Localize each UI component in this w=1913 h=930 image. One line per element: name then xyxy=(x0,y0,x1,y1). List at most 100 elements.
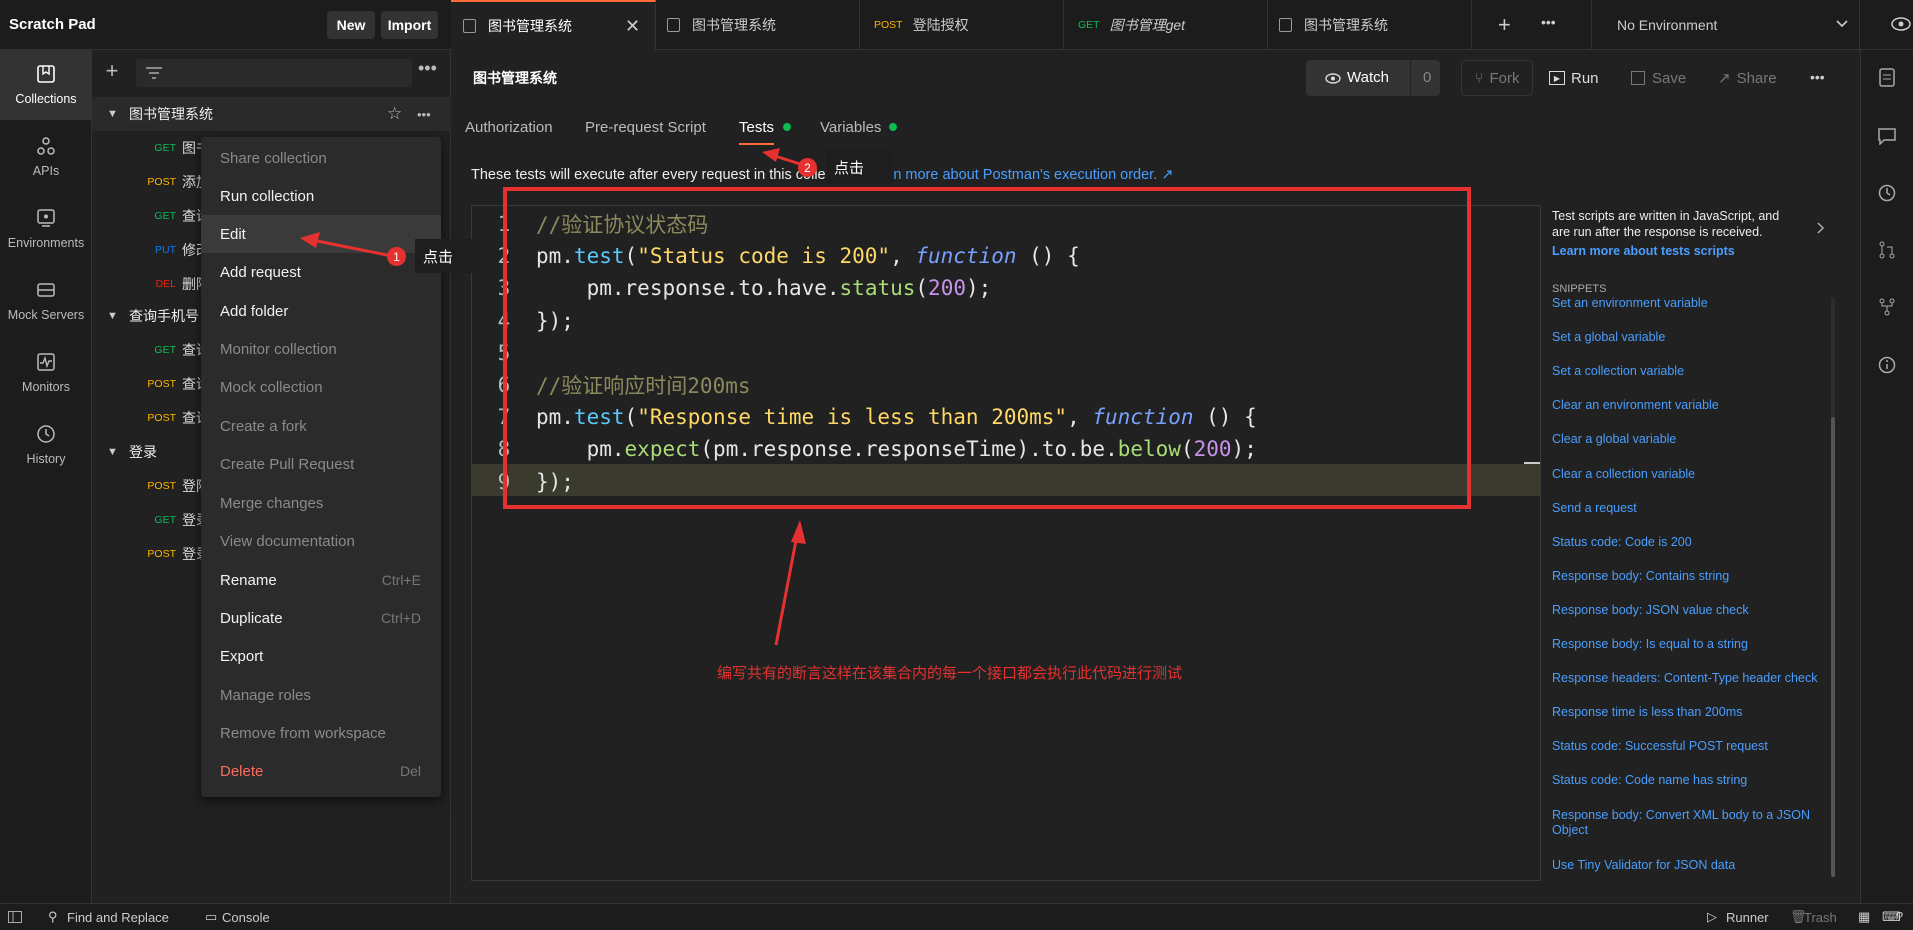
close-icon[interactable]: ✕ xyxy=(625,16,640,37)
chevron-down-icon[interactable]: ▼ xyxy=(107,108,129,120)
more-icon[interactable]: ••• xyxy=(418,58,437,79)
snippet-link[interactable]: Status code: Code is 200 xyxy=(1552,535,1832,550)
new-button[interactable]: New xyxy=(327,11,375,39)
snippet-link[interactable]: Response body: JSON value check xyxy=(1552,603,1832,618)
snippets-scrollbar[interactable] xyxy=(1831,297,1835,877)
changelog-icon[interactable] xyxy=(1878,184,1896,202)
snippet-link[interactable]: Set a collection variable xyxy=(1552,364,1832,379)
menu-item-manage-roles[interactable]: Manage roles xyxy=(201,676,441,714)
menu-item-label: Merge changes xyxy=(220,494,324,512)
snippet-link[interactable]: Response body: Contains string xyxy=(1552,569,1832,584)
menu-item-merge-changes[interactable]: Merge changes xyxy=(201,484,441,522)
snippet-link[interactable]: Clear a global variable xyxy=(1552,432,1832,447)
annotation-code-box xyxy=(503,187,1471,509)
snippet-link[interactable]: Clear an environment variable xyxy=(1552,398,1832,413)
tab-4[interactable]: GET 图书管理get xyxy=(1063,0,1268,50)
environment-select[interactable]: No Environment xyxy=(1617,17,1717,33)
chevron-down-icon[interactable]: ▼ xyxy=(107,446,129,458)
find-replace-button[interactable]: Find and Replace xyxy=(67,910,169,925)
execution-order-link[interactable]: Learn more about Postman's execution ord… xyxy=(864,167,1173,183)
menu-item-mock-collection[interactable]: Mock collection xyxy=(201,368,441,406)
runner-button[interactable]: Runner xyxy=(1726,910,1769,925)
rail-apis[interactable]: APIs xyxy=(0,122,92,192)
menu-item-remove-from-workspace[interactable]: Remove from workspace xyxy=(201,714,441,752)
tab-method: POST xyxy=(874,19,903,31)
run-button[interactable]: ▶ Run xyxy=(1549,60,1607,96)
star-icon[interactable]: ☆ xyxy=(387,104,402,124)
workspace-name[interactable]: Scratch Pad xyxy=(9,16,96,33)
tab-1[interactable]: 图书管理系统 ✕ xyxy=(451,0,656,50)
snippet-link[interactable]: Status code: Code name has string xyxy=(1552,773,1832,788)
menu-item-edit[interactable]: Edit xyxy=(201,215,441,253)
chevron-down-icon[interactable] xyxy=(1836,20,1848,28)
sidebar-toggle-icon[interactable] xyxy=(8,911,22,923)
tab-authorization[interactable]: Authorization xyxy=(465,119,553,136)
snippet-link[interactable]: Set a global variable xyxy=(1552,330,1832,345)
snippet-link[interactable]: Response body: Convert XML body to a JSO… xyxy=(1552,808,1832,838)
tab-tests[interactable]: Tests xyxy=(739,119,774,136)
documentation-icon[interactable] xyxy=(1879,68,1895,87)
menu-item-create-pull-request[interactable]: Create Pull Request xyxy=(201,445,441,483)
scrollbar-thumb[interactable] xyxy=(1831,417,1835,877)
help-icon[interactable]: ? xyxy=(1896,909,1903,924)
more-icon[interactable]: ••• xyxy=(1810,69,1825,85)
snippet-link[interactable]: Response time is less than 200ms xyxy=(1552,705,1832,720)
scroll-marker xyxy=(1524,462,1540,464)
trash-button[interactable]: Trash xyxy=(1804,910,1837,925)
variables-status-dot xyxy=(889,123,897,131)
share-button[interactable]: ↗ Share xyxy=(1718,60,1788,96)
rail-mock-servers[interactable]: Mock Servers xyxy=(0,266,92,336)
learn-tests-link[interactable]: Learn more about tests scripts xyxy=(1552,244,1735,258)
menu-item-share-collection[interactable]: Share collection xyxy=(201,139,441,177)
watch-button[interactable]: Watch 0 xyxy=(1306,60,1440,96)
filter-input[interactable] xyxy=(136,59,412,87)
menu-item-monitor-collection[interactable]: Monitor collection xyxy=(201,330,441,368)
request-method: PUT xyxy=(155,244,176,256)
snippet-link[interactable]: Status code: Successful POST request xyxy=(1552,739,1832,754)
menu-item-duplicate[interactable]: Duplicate Ctrl+D xyxy=(201,599,441,637)
snippet-link[interactable]: Set an environment variable xyxy=(1552,296,1832,311)
pull-request-icon[interactable] xyxy=(1879,241,1895,259)
snippet-link[interactable]: Response headers: Content-Type header ch… xyxy=(1552,671,1832,686)
runner-icon xyxy=(667,18,680,32)
tab-5[interactable]: 图书管理系统 xyxy=(1267,0,1472,50)
menu-item-label: View documentation xyxy=(220,532,355,550)
menu-item-add-folder[interactable]: Add folder xyxy=(201,292,441,330)
chevron-down-icon[interactable]: ▼ xyxy=(107,310,129,322)
snippet-link[interactable]: Use Tiny Validator for JSON data xyxy=(1552,858,1832,873)
menu-item-view-documentation[interactable]: View documentation xyxy=(201,522,441,560)
import-button[interactable]: Import xyxy=(381,11,438,39)
rail-environments[interactable]: Environments xyxy=(0,194,92,264)
snippet-link[interactable]: Clear a collection variable xyxy=(1552,467,1832,482)
fork-button[interactable]: ⑂ Fork xyxy=(1461,60,1533,96)
info-icon[interactable] xyxy=(1878,356,1896,374)
eye-icon[interactable] xyxy=(1891,17,1911,31)
comments-icon[interactable] xyxy=(1878,128,1896,145)
snippet-link[interactable]: Send a request xyxy=(1552,501,1832,516)
more-icon[interactable]: ••• xyxy=(417,107,431,122)
tab-variables[interactable]: Variables xyxy=(820,119,881,136)
menu-item-create-a-fork[interactable]: Create a fork xyxy=(201,407,441,445)
menu-item-run-collection[interactable]: Run collection xyxy=(201,177,441,215)
menu-item-rename[interactable]: Rename Ctrl+E xyxy=(201,561,441,599)
rail-monitors[interactable]: Monitors xyxy=(0,338,92,408)
console-button[interactable]: Console xyxy=(222,910,270,925)
tab-overflow-icon[interactable]: ••• xyxy=(1541,14,1556,30)
menu-item-label: Export xyxy=(220,647,264,665)
new-tab-icon[interactable]: + xyxy=(1498,12,1511,38)
snippet-link[interactable]: Response body: Is equal to a string xyxy=(1552,637,1832,652)
fork-icon[interactable] xyxy=(1879,298,1895,316)
tab-3[interactable]: POST 登陆授权 xyxy=(859,0,1064,50)
layout-icon[interactable]: ▦ xyxy=(1858,909,1870,925)
collection-row[interactable]: ▼ 图书管理系统 ☆ ••• xyxy=(92,97,451,131)
rail-collections[interactable]: Collections xyxy=(0,50,92,120)
rail-history[interactable]: History xyxy=(0,410,92,480)
add-icon[interactable]: + xyxy=(102,60,122,82)
chevron-right-icon[interactable] xyxy=(1817,222,1825,234)
menu-item-export[interactable]: Export xyxy=(201,637,441,675)
menu-item-delete[interactable]: Delete Del xyxy=(201,752,441,790)
tab-2[interactable]: 图书管理系统 xyxy=(655,0,860,50)
tab-pre-request-script[interactable]: Pre-request Script xyxy=(585,119,706,136)
save-button[interactable]: Save xyxy=(1631,60,1695,96)
search-icon: ⚲ xyxy=(48,909,58,924)
